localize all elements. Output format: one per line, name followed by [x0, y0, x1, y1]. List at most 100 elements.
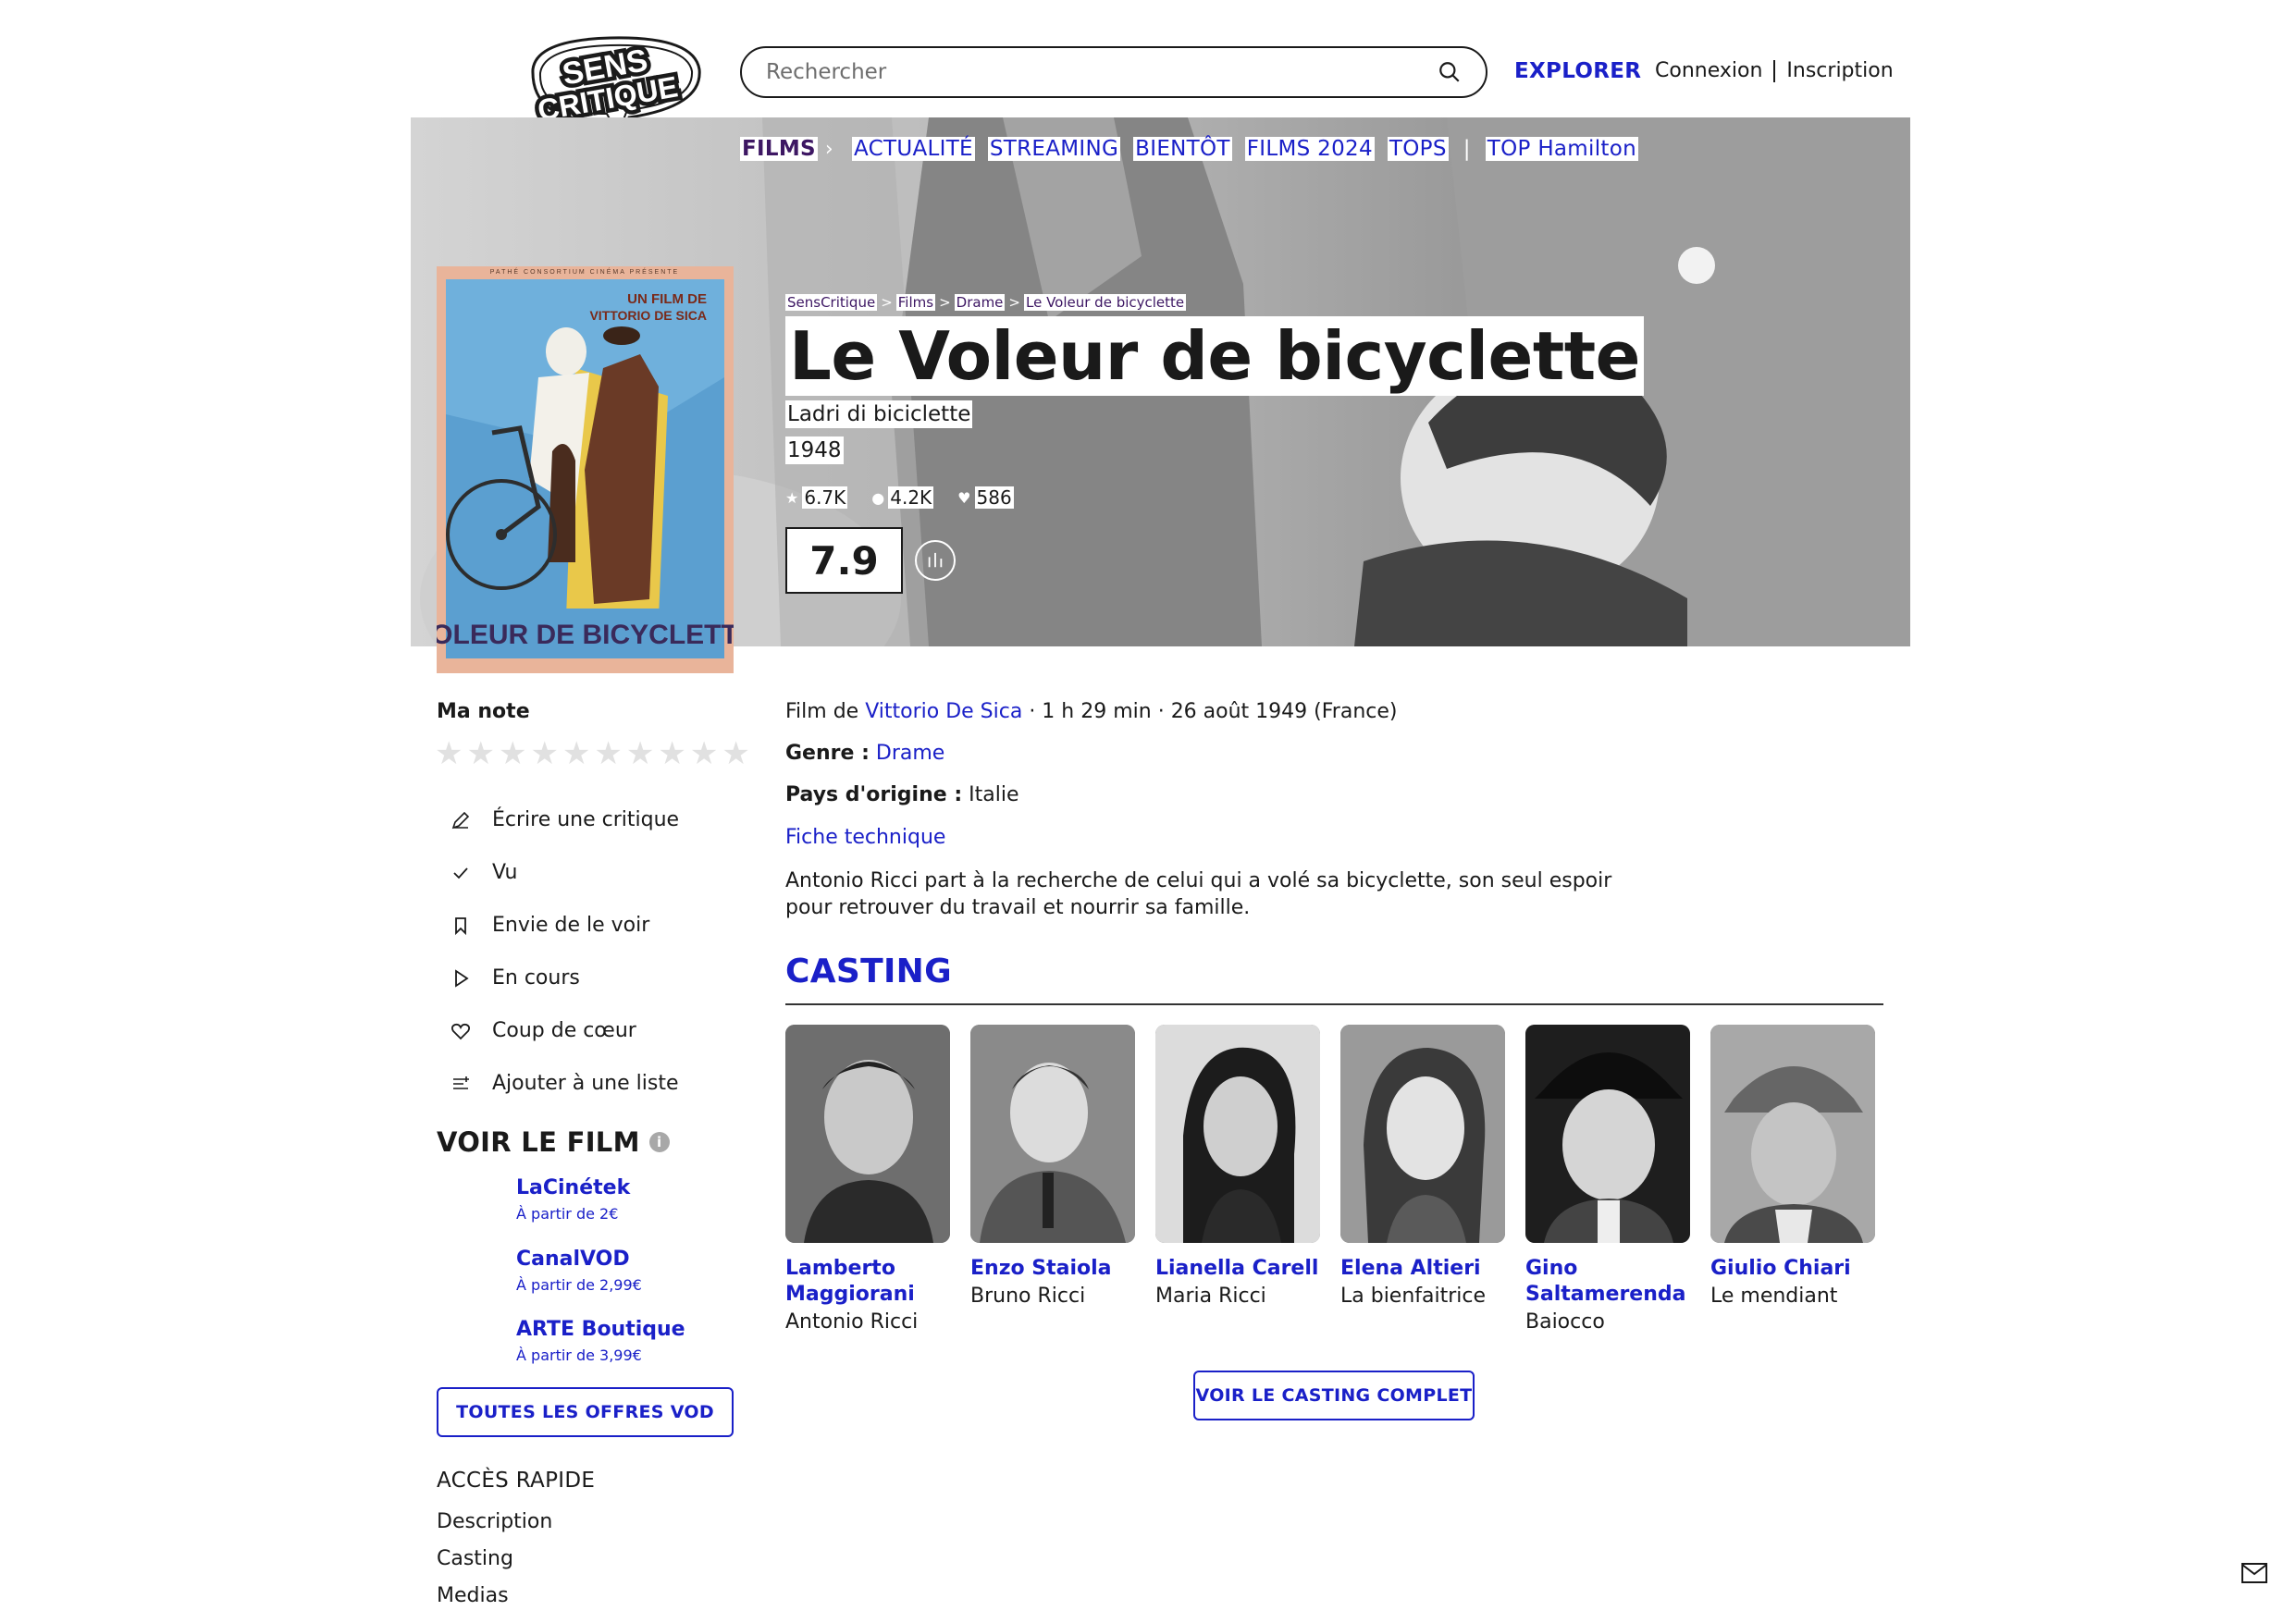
action-list: Écrire une critique Vu Envie de le voir … — [442, 793, 679, 1110]
actor-card[interactable]: Lamberto Maggiorani Antonio Ricci — [785, 1025, 952, 1335]
star-icon[interactable]: ★ — [690, 735, 718, 772]
star-icon[interactable]: ★ — [466, 735, 494, 772]
actor-role: Baiocco — [1525, 1310, 1605, 1334]
breadcrumb: SensCritique > Films > Drame > Le Voleur de… — [785, 294, 1187, 311]
explorer-link[interactable]: EXPLORER — [1514, 59, 1641, 83]
inscription-link[interactable]: Inscription — [1786, 59, 1893, 82]
nav-item-top-hamilton[interactable]: TOP Hamilton — [1485, 137, 1638, 161]
actor-card[interactable]: Gino Saltamerenda Baiocco — [1525, 1025, 1692, 1335]
actor-role: Bruno Ricci — [970, 1285, 1086, 1308]
actor-name[interactable]: Lamberto Maggiorani — [785, 1256, 952, 1308]
actor-photo[interactable] — [1155, 1025, 1320, 1243]
action-add-to-list[interactable]: Ajouter à une liste — [442, 1057, 679, 1110]
star-icon[interactable]: ★ — [594, 735, 622, 772]
action-seen[interactable]: Vu — [442, 846, 679, 899]
breadcrumb-films[interactable]: Films — [895, 294, 936, 311]
quick-link-casting[interactable]: Casting — [437, 1547, 552, 1584]
film-de-label: Film de — [785, 700, 859, 723]
director-link[interactable]: Vittorio De Sica — [865, 700, 1022, 723]
mail-icon[interactable] — [2241, 1563, 2267, 1583]
search-icon[interactable] — [1438, 60, 1462, 84]
nav-divider: | — [1463, 137, 1471, 161]
stat-favorites: 586 — [974, 486, 1014, 509]
my-rating-label: Ma note — [437, 700, 530, 723]
search-placeholder: Rechercher — [766, 60, 887, 84]
actor-name[interactable]: Elena Altieri — [1340, 1256, 1507, 1282]
nav-item-bientot[interactable]: BIENTÔT — [1133, 137, 1232, 161]
quick-link-medias[interactable]: Medias — [437, 1584, 552, 1621]
action-label: Vu — [492, 861, 518, 884]
chevron-right-icon: › — [824, 137, 833, 161]
rating-stats-icon[interactable] — [915, 540, 956, 581]
quick-access-links: Description Casting Medias — [437, 1510, 552, 1621]
actor-card[interactable]: Enzo Staiola Bruno Ricci — [970, 1025, 1137, 1309]
stat-ratings: 6.7K — [802, 486, 848, 509]
release-year: 1948 — [785, 436, 844, 464]
full-casting-button[interactable]: VOIR LE CASTING COMPLET — [1193, 1371, 1475, 1420]
heart-icon — [442, 1019, 479, 1043]
star-icon[interactable]: ★ — [658, 735, 685, 772]
rating-stars[interactable]: ★ ★ ★ ★ ★ ★ ★ ★ ★ ★ — [435, 735, 750, 772]
nav-item-streaming[interactable]: STREAMING — [987, 137, 1121, 161]
breadcrumb-drame[interactable]: Drame — [954, 294, 1006, 311]
star-icon[interactable]: ★ — [562, 735, 590, 772]
star-icon[interactable]: ★ — [530, 735, 558, 772]
genre-link[interactable]: Drame — [876, 742, 944, 765]
poster-un-film-de: UN FILM DE — [627, 291, 707, 307]
actor-card[interactable]: Lianella Carell Maria Ricci — [1155, 1025, 1322, 1309]
star-icon[interactable]: ★ — [435, 735, 463, 772]
actor-name[interactable]: Lianella Carell — [1155, 1256, 1322, 1282]
nav-films[interactable]: FILMS — [740, 137, 818, 161]
poster-director: VITTORIO DE SICA — [589, 308, 707, 323]
vod-provider[interactable]: ARTE Boutique À partir de 3,99€ — [516, 1318, 685, 1364]
action-label: En cours — [492, 966, 580, 990]
eye-icon: ● — [871, 488, 885, 507]
actor-card[interactable]: Elena Altieri La bienfaitrice — [1340, 1025, 1507, 1309]
actor-name[interactable]: Giulio Chiari — [1710, 1256, 1877, 1282]
nav-item-actualite[interactable]: ACTUALITÉ — [852, 137, 975, 161]
star-icon[interactable]: ★ — [499, 735, 526, 772]
heart-icon: ♥ — [957, 488, 971, 507]
vod-provider[interactable]: LaCinétek À partir de 2€ — [516, 1176, 630, 1223]
action-write-review[interactable]: Écrire une critique — [442, 793, 679, 846]
vod-provider[interactable]: CanalVOD À partir de 2,99€ — [516, 1248, 642, 1294]
star-icon[interactable]: ★ — [722, 735, 749, 772]
vod-price: À partir de 2€ — [516, 1205, 619, 1223]
divider — [785, 1003, 1883, 1005]
info-icon[interactable]: i — [648, 1132, 670, 1152]
vod-price: À partir de 3,99€ — [516, 1346, 642, 1364]
all-vod-button[interactable]: TOUTES LES OFFRES VOD — [437, 1387, 734, 1437]
check-icon — [442, 861, 479, 885]
original-title: Ladri di biciclette — [785, 400, 973, 428]
actor-photo[interactable] — [1340, 1025, 1505, 1243]
vod-name: LaCinétek — [516, 1176, 631, 1199]
star-icon[interactable]: ★ — [626, 735, 654, 772]
nav-item-films-2024[interactable]: FILMS 2024 — [1244, 137, 1375, 161]
action-label: Écrire une critique — [492, 808, 680, 831]
actor-role: Antonio Ricci — [785, 1310, 919, 1334]
action-wishlist[interactable]: Envie de le voir — [442, 899, 679, 952]
quick-link-description[interactable]: Description — [437, 1510, 552, 1547]
actor-photo[interactable] — [970, 1025, 1135, 1243]
country-row: Pays d'origine : Italie — [785, 783, 1018, 806]
breadcrumb-current[interactable]: Le Voleur de bicyclette — [1023, 294, 1187, 311]
vod-name: ARTE Boutique — [516, 1318, 685, 1341]
connexion-link[interactable]: Connexion — [1655, 59, 1762, 82]
action-favorite[interactable]: Coup de cœur — [442, 1004, 679, 1057]
action-in-progress[interactable]: En cours — [442, 952, 679, 1004]
actor-photo[interactable] — [1710, 1025, 1875, 1243]
breadcrumb-senscritique[interactable]: SensCritique — [785, 294, 878, 311]
vod-name: CanalVOD — [516, 1248, 630, 1271]
play-icon — [442, 966, 479, 990]
actor-photo[interactable] — [1525, 1025, 1690, 1243]
technical-sheet-link[interactable]: Fiche technique — [785, 826, 945, 849]
actor-name[interactable]: Enzo Staiola — [970, 1256, 1137, 1282]
nav-item-tops[interactable]: TOPS — [1387, 137, 1449, 161]
stat-views: 4.2K — [888, 486, 934, 509]
star-icon: ★ — [785, 488, 799, 507]
search-input[interactable]: Rechercher — [740, 46, 1487, 98]
actor-photo[interactable] — [785, 1025, 950, 1243]
movie-poster[interactable]: PATHÉ CONSORTIUM CINÉMA PRÉSENTE UN FILM… — [437, 266, 734, 673]
actor-name[interactable]: Gino Saltamerenda — [1525, 1256, 1692, 1308]
actor-card[interactable]: Giulio Chiari Le mendiant — [1710, 1025, 1877, 1309]
